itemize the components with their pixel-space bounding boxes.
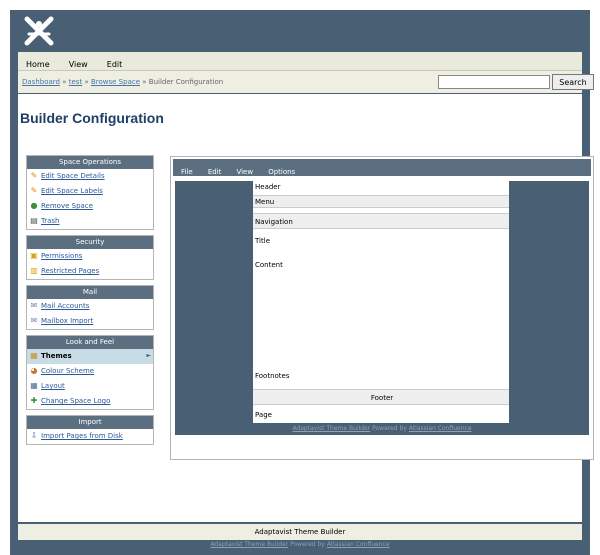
footer-bar: Adaptavist Theme Builder [18,524,582,540]
panel-security: Security ▣ Permissions ▥ Restricted Pages [26,235,154,280]
sidebar-item-mailbox-import[interactable]: ✉ Mailbox Import [27,314,153,329]
logo-icon: ✚ [30,396,38,405]
breadcrumb-test[interactable]: test [69,78,82,86]
sidebar-item-label: Restricted Pages [41,267,100,275]
active-arrow-icon: ► [146,352,151,359]
panel-title: Mail [27,286,153,299]
sidebar-item-import-pages-from-disk[interactable]: ⇩ Import Pages from Disk [27,429,153,444]
theme-builder-link[interactable]: Adaptavist Theme Builder [292,425,370,432]
panel-space-operations: Space Operations ✎ Edit Space Details ✎ Ed… [26,155,154,230]
breadcrumb: Dashboard » test » Browse Space » Builde… [22,71,223,93]
sidebar-item-colour-scheme[interactable]: ◕ Colour Scheme [27,364,153,379]
region-menu[interactable]: Menu [253,195,509,208]
sidebar-item-label: Edit Space Labels [41,187,103,195]
main-content: Builder Configuration Space Operations ✎… [18,94,594,522]
breadcrumb-current: Builder Configuration [148,78,224,86]
breadcrumb-separator: » [84,78,89,86]
breadcrumb-separator: » [62,78,67,86]
powered-by-text: Powered by [290,541,325,548]
sidebar-item-themes[interactable]: ▦ Themes ► [27,349,153,364]
breadcrumb-browse-space[interactable]: Browse Space [91,78,140,86]
page-layout-preview: Header Menu Navigation Title Content Foo… [253,181,509,423]
region-content[interactable]: Content [253,261,509,273]
sidebar-item-edit-space-details[interactable]: ✎ Edit Space Details [27,169,153,184]
sidebar-item-edit-space-labels[interactable]: ✎ Edit Space Labels [27,184,153,199]
panel-title: Look and Feel [27,336,153,349]
builder-menu-options[interactable]: Options [268,164,295,181]
search-input[interactable] [438,75,550,89]
window-frame: Home View Edit Dashboard » test » Browse… [10,10,594,555]
sidebar-item-label: Trash [41,217,60,225]
sidebar-item-permissions[interactable]: ▣ Permissions [27,249,153,264]
region-footnotes[interactable]: Footnotes [253,372,509,384]
builder-menubar: File Edit View Options [173,159,591,176]
region-navigation[interactable]: Navigation [253,213,509,229]
sidebar-item-mail-accounts[interactable]: ✉ Mail Accounts [27,299,153,314]
panel-look-and-feel: Look and Feel ▦ Themes ► ◕ Colour Scheme ▦ L… [26,335,154,410]
layout-icon: ▦ [30,381,38,390]
sidebar-item-label: Remove Space [41,202,93,210]
builder-menu-edit[interactable]: Edit [208,164,222,181]
powered-by-text: Powered by [372,425,407,432]
sidebar-item-label: Permissions [41,252,83,260]
page-title: Builder Configuration [20,110,164,126]
sidebar-item-label: Themes [41,352,72,360]
mail-icon: ✉ [30,301,38,310]
trash-icon: ▤ [30,216,38,225]
sidebar-item-label: Mailbox Import [41,317,94,325]
sidebar-item-label: Layout [41,382,65,390]
breadcrumb-bar: Dashboard » test » Browse Space » Builde… [18,71,594,93]
confluence-link[interactable]: Atlassian Confluence [327,541,390,548]
search-button[interactable]: Search [552,74,594,90]
breadcrumb-dashboard[interactable]: Dashboard [22,78,60,86]
builder-canvas: Header Menu Navigation Title Content Foo… [175,181,589,435]
panel-title: Space Operations [27,156,153,169]
lock-icon: ▣ [30,251,38,260]
import-icon: ⇩ [30,431,38,440]
sidebar-item-label: Mail Accounts [41,302,90,310]
region-page[interactable]: Page [253,409,509,421]
region-title[interactable]: Title [253,237,509,249]
region-header[interactable]: Header [253,181,509,194]
pencil-icon: ✎ [30,171,38,180]
theme-builder-link[interactable]: Adaptavist Theme Builder [210,541,288,548]
sidebar-item-label: Change Space Logo [41,397,111,405]
sidebar-item-label: Import Pages from Disk [41,432,123,440]
sidebar-item-restricted-pages[interactable]: ▥ Restricted Pages [27,264,153,279]
footer-powered-by: Adaptavist Theme Builder Powered by Atla… [10,541,590,548]
mail-import-icon: ✉ [30,316,38,325]
panel-title: Import [27,416,153,429]
site-logo-icon[interactable] [24,16,54,46]
panel-title: Security [27,236,153,249]
breadcrumb-separator: » [142,78,147,86]
remove-icon: ● [30,201,38,210]
sidebar-item-label: Edit Space Details [41,172,105,180]
sidebar-item-change-space-logo[interactable]: ✚ Change Space Logo [27,394,153,409]
theme-builder-panel: File Edit View Options Header Menu Navig… [170,156,594,460]
panel-mail: Mail ✉ Mail Accounts ✉ Mailbox Import [26,285,154,330]
palette-icon: ◕ [30,366,38,375]
top-menubar: Home View Edit [18,52,582,71]
sidebar-item-remove-space[interactable]: ● Remove Space [27,199,153,214]
pencil-icon: ✎ [30,186,38,195]
sidebar-item-trash[interactable]: ▤ Trash [27,214,153,229]
confluence-link[interactable]: Atlassian Confluence [409,425,472,432]
panel-import: Import ⇩ Import Pages from Disk [26,415,154,445]
builder-menu-view[interactable]: View [236,164,253,181]
region-footer[interactable]: Footer [253,389,509,405]
builder-powered-by: Adaptavist Theme Builder Powered by Atla… [175,425,589,432]
builder-menu-file[interactable]: File [181,164,193,181]
logo-area [10,10,590,52]
themes-icon: ▦ [30,351,38,360]
space-admin-sidebar: Space Operations ✎ Edit Space Details ✎ Ed… [26,155,154,450]
sidebar-item-layout[interactable]: ▦ Layout [27,379,153,394]
page-lock-icon: ▥ [30,266,38,275]
sidebar-item-label: Colour Scheme [41,367,95,375]
